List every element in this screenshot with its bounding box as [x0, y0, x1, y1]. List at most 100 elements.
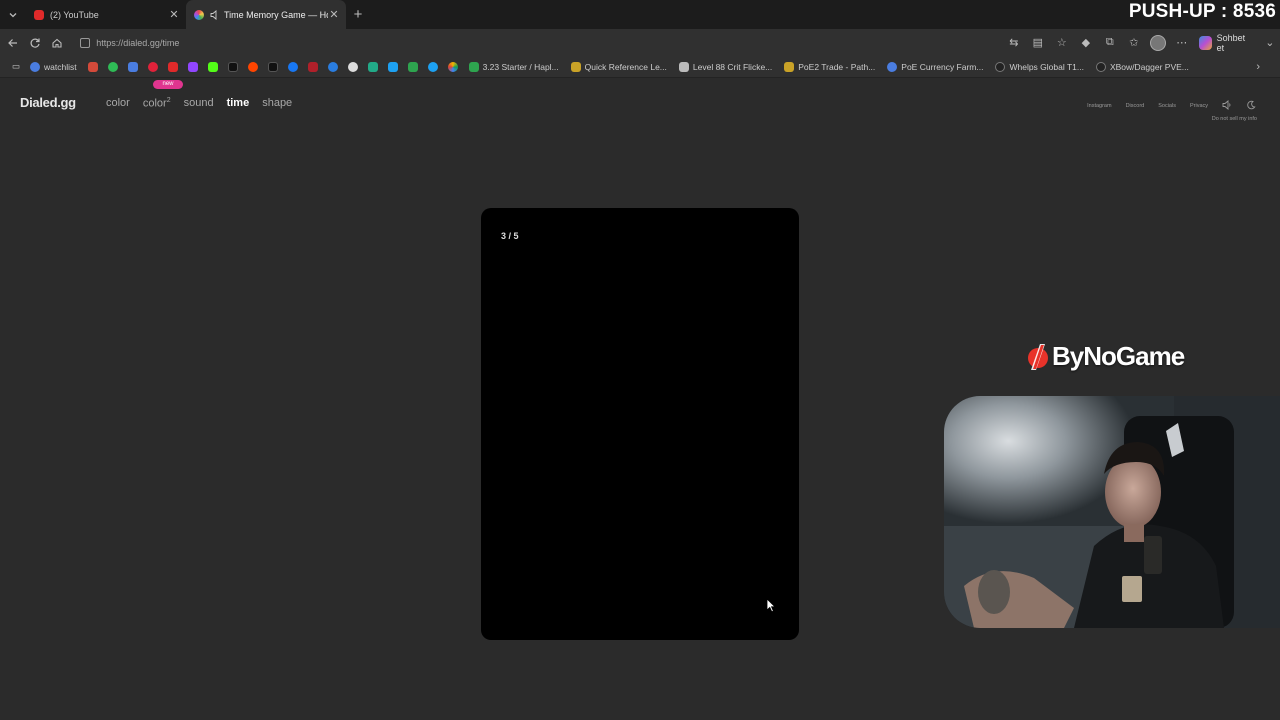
tab-label: (2) YouTube — [50, 9, 99, 20]
twitch-icon[interactable] — [183, 57, 203, 77]
facebook-icon[interactable] — [283, 57, 303, 77]
bookmark-watchlist[interactable]: watchlist — [30, 61, 77, 72]
circle-bookmark-icon — [347, 61, 358, 72]
poe-icon — [570, 61, 581, 72]
youtube-bookmark-icon[interactable] — [163, 57, 183, 77]
whatsapp-icon[interactable] — [103, 57, 123, 77]
bluesky-icon[interactable] — [383, 57, 403, 77]
teal-bookmark-icon — [367, 61, 378, 72]
tiktok-icon[interactable] — [223, 57, 243, 77]
reload-icon — [30, 38, 40, 48]
translate-bookmark-icon — [127, 61, 138, 72]
nav-time[interactable]: time — [227, 97, 250, 110]
site-logo[interactable]: Dialed.gg — [20, 95, 76, 110]
tab-youtube[interactable]: (2) YouTube ✕ — [26, 0, 186, 29]
close-icon[interactable]: ✕ — [168, 8, 180, 21]
bookmark-item[interactable]: PoE Currency Farm... — [887, 61, 984, 72]
speaker-icon[interactable] — [210, 9, 220, 20]
do-not-sell-link[interactable]: Do not sell my info — [1212, 116, 1257, 122]
moon-icon[interactable] — [1246, 100, 1256, 112]
copilot-label: Sohbet et — [1216, 32, 1246, 53]
green-bookmark-icon[interactable] — [403, 57, 423, 77]
chevron-right-icon[interactable]: › — [1256, 61, 1260, 73]
discord-link[interactable]: Discord — [1126, 103, 1145, 109]
reader-mode-icon[interactable]: ▤ — [1027, 32, 1049, 54]
bluesky-icon — [387, 61, 398, 72]
reddit-icon — [247, 61, 258, 72]
tab-strip: (2) YouTube ✕ Time Memory Game — How ...… — [0, 0, 1280, 29]
translate-icon[interactable]: ⇆ — [1003, 32, 1025, 54]
socials-link[interactable]: Socials — [1158, 103, 1176, 109]
bynogame-logo: ByNoGame — [1026, 341, 1185, 372]
nav-shape[interactable]: shape — [262, 97, 292, 110]
bookmark-label: Whelps Global T1... — [1009, 61, 1084, 72]
back-arrow-icon — [8, 38, 18, 47]
brand-name: ByNoGame — [1052, 341, 1185, 371]
translate-bookmark-icon[interactable] — [123, 57, 143, 77]
bookmark-item[interactable]: XBow/Dagger PVE... — [1095, 61, 1189, 72]
more-options-icon[interactable]: ⋯ — [1171, 32, 1193, 54]
currency-icon — [887, 61, 898, 72]
tab-label: Time Memory Game — How ... — [224, 9, 328, 20]
privacy-link[interactable]: Privacy — [1190, 103, 1208, 109]
youtube-bookmark-icon — [167, 61, 178, 72]
google-photos-icon[interactable] — [443, 57, 463, 77]
site-header-links: Instagram Discord Socials Privacy — [1073, 100, 1256, 112]
avatar — [1149, 34, 1166, 51]
x-twitter-icon[interactable] — [263, 57, 283, 77]
copilot-button[interactable]: Sohbet et — [1198, 32, 1252, 53]
volume-icon — [1222, 100, 1231, 110]
nav-sound[interactable]: sound — [184, 97, 214, 110]
circle-bookmark-icon[interactable] — [343, 57, 363, 77]
bookmark-item[interactable]: Quick Reference Le... — [570, 61, 667, 72]
bookmark-red-icon[interactable] — [303, 57, 323, 77]
pinterest-icon[interactable] — [143, 57, 163, 77]
bookmark-label: PoE Currency Farm... — [901, 61, 984, 72]
kick-icon[interactable] — [203, 57, 223, 77]
back-button[interactable] — [2, 31, 24, 55]
close-icon[interactable]: ✕ — [328, 8, 340, 21]
reload-button[interactable] — [24, 31, 46, 55]
tab-time-memory-game[interactable]: Time Memory Game — How ... ✕ — [186, 0, 346, 29]
bookmark-label: PoE2 Trade - Path... — [798, 61, 876, 72]
gmail-icon — [87, 61, 98, 72]
bookmark-item[interactable]: Whelps Global T1... — [995, 61, 1084, 72]
nav-color2[interactable]: color2 — [143, 97, 171, 110]
poe2-icon — [784, 61, 795, 72]
chevron-down-icon[interactable]: ⌄ — [1260, 32, 1280, 54]
game-card[interactable]: 3 / 5 — [481, 208, 799, 640]
sheets-icon — [468, 61, 479, 72]
profile-button[interactable] — [1147, 32, 1169, 54]
teal-bookmark-icon[interactable] — [363, 57, 383, 77]
bookmark-item[interactable]: PoE2 Trade - Path... — [784, 61, 876, 72]
home-button[interactable] — [46, 31, 68, 55]
nav-color[interactable]: color — [106, 97, 130, 110]
gmail-icon[interactable] — [83, 57, 103, 77]
tab-actions-menu[interactable] — [0, 0, 26, 29]
favorites-icon[interactable]: ✩ — [1123, 32, 1145, 54]
address-text: https://dialed.gg/time — [96, 37, 180, 48]
address-bar[interactable]: https://dialed.gg/time — [74, 32, 1001, 54]
play-icon — [327, 61, 338, 72]
facebook-icon — [287, 61, 298, 72]
pushup-counter: PUSH-UP : 8536 — [1128, 1, 1276, 22]
webcam-feed — [944, 396, 1280, 628]
instagram-link[interactable]: Instagram — [1087, 103, 1111, 109]
favorite-star-icon[interactable]: ☆ — [1051, 32, 1073, 54]
sidebar-toggle-icon[interactable]: ▭ — [6, 57, 26, 77]
bookmark-item[interactable]: Level 88 Crit Flicke... — [678, 61, 773, 72]
bookmark-label: Level 88 Crit Flicke... — [692, 61, 773, 72]
reddit-icon[interactable] — [243, 57, 263, 77]
blue-bookmark-icon[interactable] — [423, 57, 443, 77]
play-icon[interactable] — [323, 57, 343, 77]
bookmark-label: watchlist — [44, 61, 77, 72]
youtube-icon — [34, 9, 44, 20]
new-tab-button[interactable]: + — [346, 0, 370, 29]
extensions-icon[interactable]: ⧉ — [1099, 32, 1121, 54]
site-info-icon[interactable] — [80, 37, 91, 48]
volume-icon[interactable] — [1222, 100, 1232, 112]
bookmark-item[interactable]: 3.23 Starter / Hapl... — [468, 61, 559, 72]
dialed-favicon-icon — [194, 9, 204, 20]
webcam-image — [944, 396, 1280, 628]
extension-diamond-icon[interactable]: ◆ — [1075, 32, 1097, 54]
